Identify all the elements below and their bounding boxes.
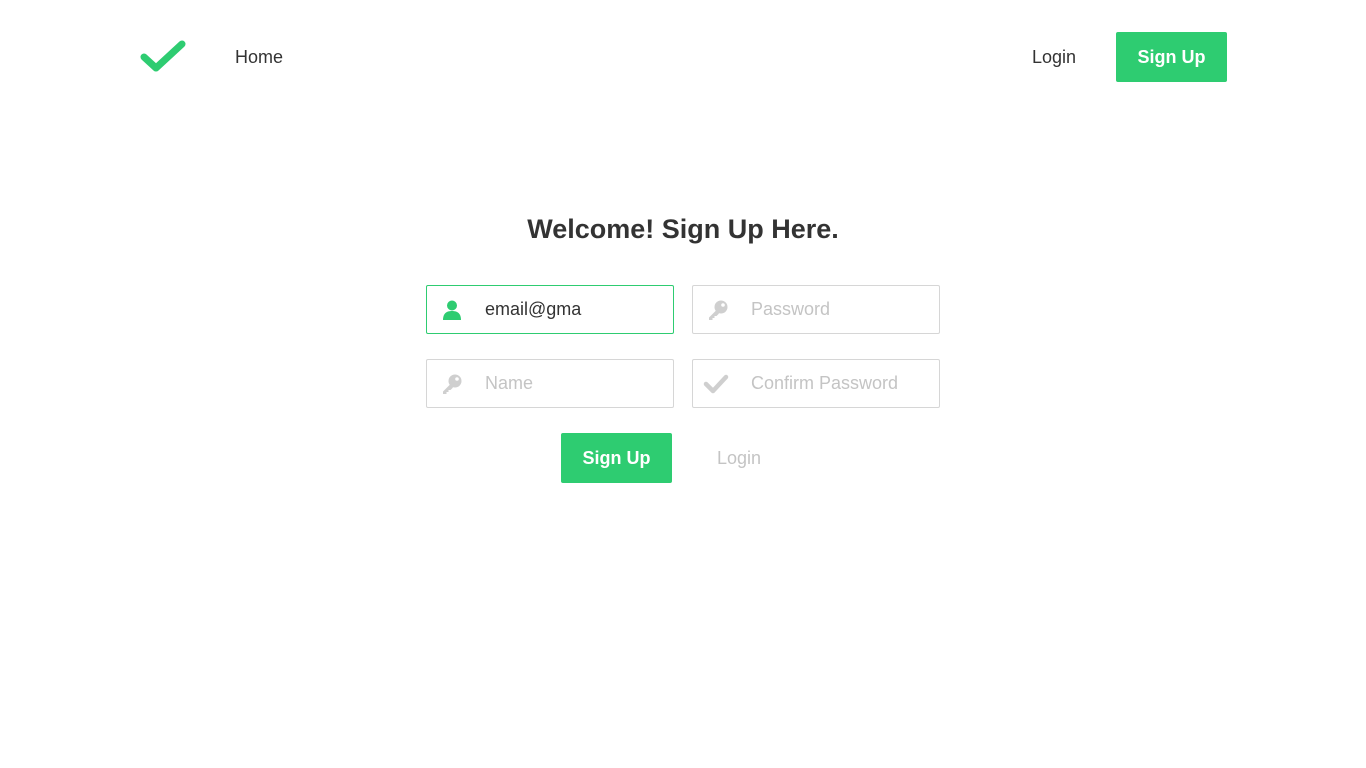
nav-signup-button[interactable]: Sign Up bbox=[1116, 32, 1227, 82]
password-field[interactable] bbox=[692, 285, 940, 334]
confirm-password-input[interactable] bbox=[751, 360, 931, 407]
nav-home-link[interactable]: Home bbox=[235, 45, 283, 69]
signup-submit-button[interactable]: Sign Up bbox=[561, 433, 672, 483]
user-icon bbox=[443, 300, 461, 320]
nav-login-link[interactable]: Login bbox=[1032, 45, 1076, 69]
email-input[interactable] bbox=[485, 286, 665, 333]
email-field[interactable] bbox=[426, 285, 674, 334]
key-icon bbox=[443, 374, 462, 394]
name-field[interactable] bbox=[426, 359, 674, 408]
navbar: Home Login Sign Up bbox=[0, 0, 1366, 112]
login-link[interactable]: Login bbox=[717, 446, 761, 470]
key-icon bbox=[709, 300, 728, 320]
password-input[interactable] bbox=[751, 286, 931, 333]
checkmark-icon bbox=[703, 374, 729, 394]
page-title: Welcome! Sign Up Here. bbox=[527, 214, 839, 244]
name-input[interactable] bbox=[485, 360, 665, 407]
checkmark-logo-icon[interactable] bbox=[138, 38, 188, 76]
confirm-password-field[interactable] bbox=[692, 359, 940, 408]
